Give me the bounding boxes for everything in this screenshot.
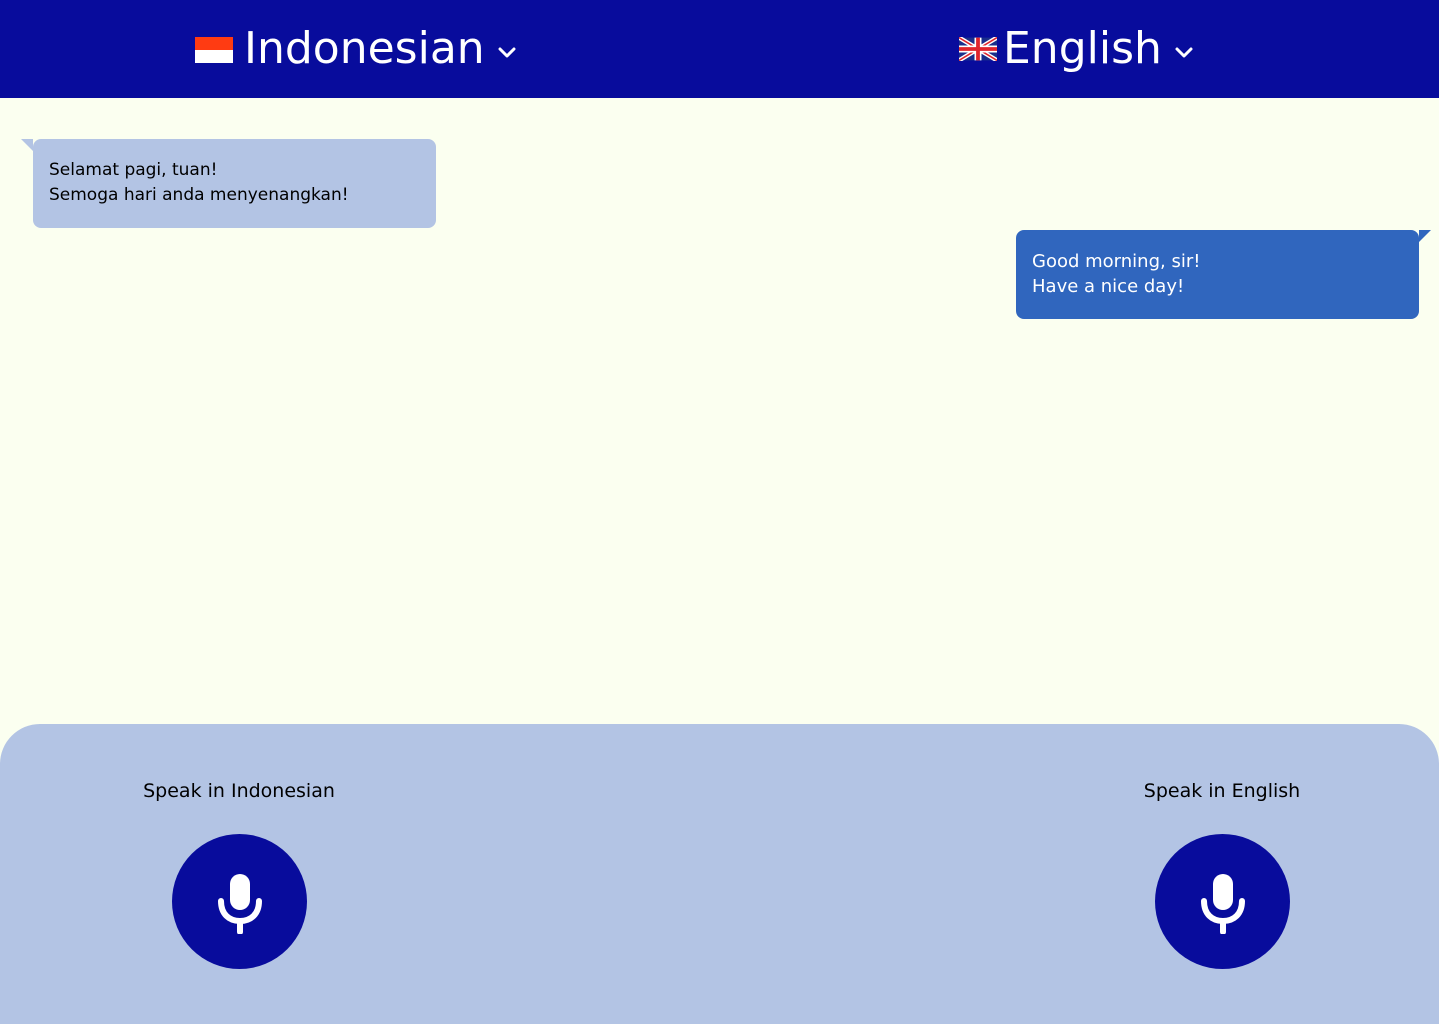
chevron-down-icon [498, 47, 516, 58]
target-language-selector[interactable]: English [959, 0, 1196, 98]
language-header: Indonesian English [0, 0, 1439, 98]
indonesia-flag-icon [195, 37, 233, 63]
message-line: Good morning, sir! [1032, 251, 1201, 272]
source-message-bubble: Selamat pagi, tuan! Semoga hari anda men… [21, 139, 436, 228]
target-message-bubble: Good morning, sir! Have a nice day! [1016, 230, 1431, 319]
target-language-label: English [1003, 23, 1162, 74]
microphone-icon [1200, 873, 1245, 934]
uk-flag-icon [959, 37, 997, 61]
source-language-label: Indonesian [244, 23, 485, 74]
microphone-icon [217, 873, 262, 934]
message-line: Selamat pagi, tuan! [49, 160, 218, 180]
chevron-down-icon [1175, 47, 1193, 58]
speak-panel: Speak in Indonesian Speak in English [0, 724, 1439, 1024]
source-language-selector[interactable]: Indonesian [195, 0, 519, 98]
speak-source-label: Speak in Indonesian [143, 780, 335, 802]
message-line: Semoga hari anda menyenangkan! [49, 185, 349, 205]
speak-source-button[interactable] [172, 834, 307, 969]
speak-target-button[interactable] [1155, 834, 1290, 969]
message-line: Have a nice day! [1032, 276, 1185, 297]
speak-target-label: Speak in English [1143, 780, 1301, 802]
